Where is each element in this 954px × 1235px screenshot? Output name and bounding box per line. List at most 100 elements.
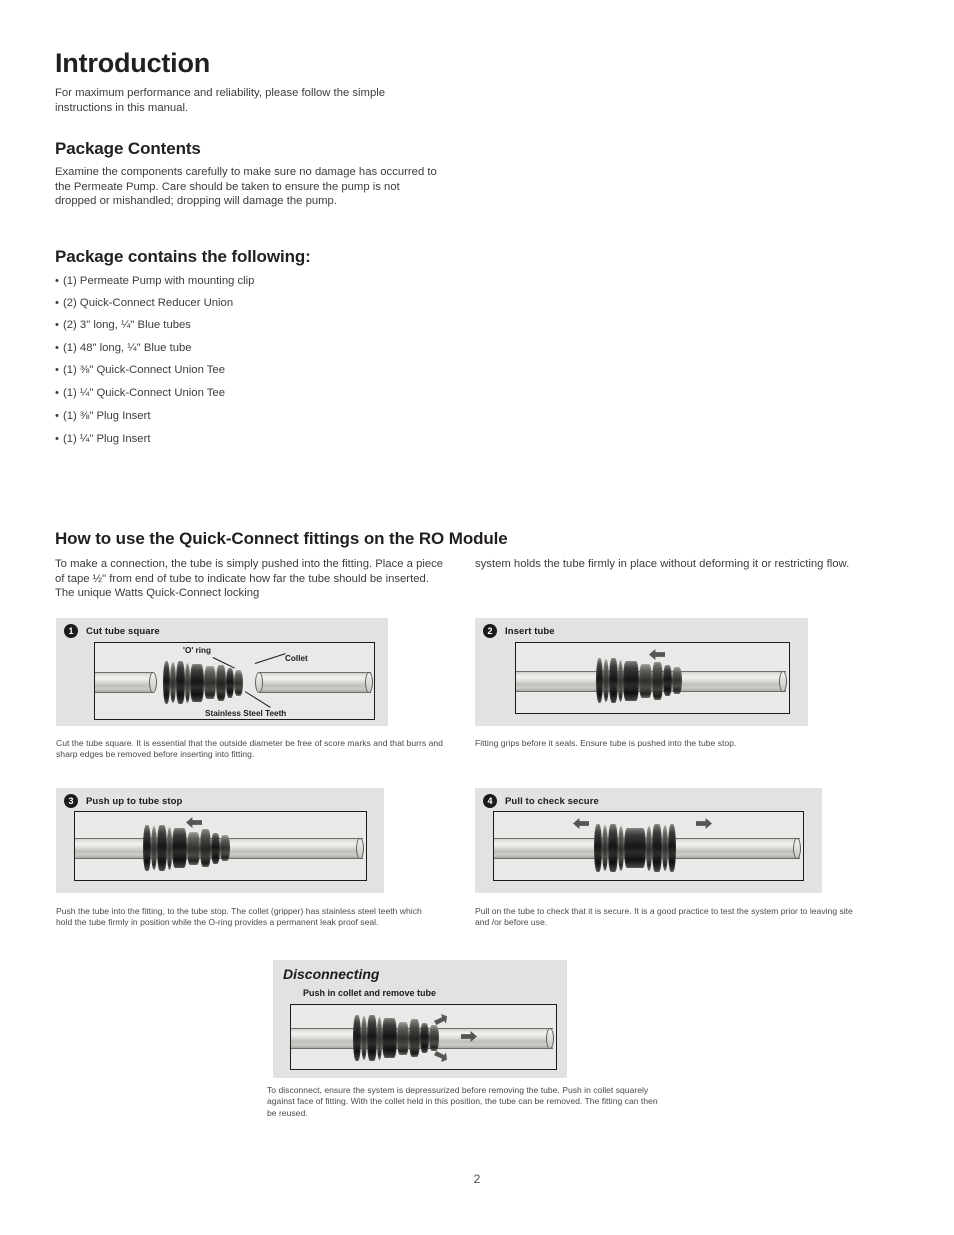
collet-ring xyxy=(652,661,663,700)
fitting-ring xyxy=(367,1015,377,1061)
callout-o-ring: 'O' ring xyxy=(183,646,212,655)
bullet-dot: • xyxy=(55,387,59,399)
list-item: • (1) ⅜" Plug Insert xyxy=(55,409,151,424)
package-list-heading: Package contains the following: xyxy=(55,247,311,266)
bullet-dot: • xyxy=(55,342,59,354)
figure-4-illustration xyxy=(493,811,804,881)
quick-connect-fitting xyxy=(596,658,682,703)
list-item: • (1) ⅜" Quick-Connect Union Tee xyxy=(55,363,225,378)
bullet-dot: • xyxy=(55,319,59,331)
figure-2-header: 2 Insert tube xyxy=(483,624,555,638)
quick-connect-paragraph-right: system holds the tube firmly in place wi… xyxy=(475,558,850,570)
figure-1-cut-tube-square: 1 Cut tube square 'O' ring Collet Stainl… xyxy=(56,618,388,726)
leader-line xyxy=(254,653,286,664)
fitting-ring xyxy=(594,824,602,872)
collet-teeth xyxy=(226,667,234,698)
list-item-label: (2) 3" long, ¼" Blue tubes xyxy=(62,319,191,331)
collet-nose xyxy=(672,667,682,694)
fitting-ring xyxy=(652,824,662,872)
figure-3-illustration xyxy=(74,811,367,881)
disconnecting-header: Disconnecting xyxy=(283,966,379,982)
list-item: • (1) Permeate Pump with mounting clip xyxy=(55,274,254,289)
union-fitting xyxy=(594,824,676,872)
disconnecting-illustration xyxy=(290,1004,557,1070)
quick-connect-fitting xyxy=(353,1015,439,1061)
fitting-body xyxy=(172,828,187,868)
list-item: • (1) ¼" Plug Insert xyxy=(55,432,151,447)
figure-title: Cut tube square xyxy=(86,625,160,637)
document-page: Introduction For maximum performance and… xyxy=(0,0,954,1235)
collet-ring xyxy=(216,664,226,701)
collet-nose xyxy=(429,1025,439,1051)
collet-teeth xyxy=(663,665,672,696)
bullet-dot: • xyxy=(55,275,59,287)
o-ring-seat xyxy=(187,831,200,865)
fitting-ring xyxy=(596,658,603,703)
collet-nose xyxy=(234,669,243,696)
figure-number-badge: 3 xyxy=(64,794,78,808)
figure-2-insert-tube: 2 Insert tube xyxy=(475,618,808,726)
callout-stainless-steel-teeth: Stainless Steel Teeth xyxy=(205,709,287,718)
list-item-label: (1) Permeate Pump with mounting clip xyxy=(62,275,255,287)
disconnecting-caption: To disconnect, ensure the system is depr… xyxy=(267,1085,658,1118)
bullet-dot: • xyxy=(55,297,59,309)
figure-4-header: 4 Pull to check secure xyxy=(483,794,599,808)
collet-nose xyxy=(220,835,230,861)
o-ring-seat xyxy=(204,666,216,699)
figure-3-header: 3 Push up to tube stop xyxy=(64,794,182,808)
page-title: Introduction xyxy=(55,48,211,78)
package-contents-heading: Package Contents xyxy=(55,139,201,158)
tube-end-right xyxy=(546,1028,554,1049)
tube-end-right-near xyxy=(255,672,263,693)
tube-end-right-far xyxy=(365,672,373,693)
package-contents-paragraph: Examine the components carefully to make… xyxy=(55,166,437,208)
list-item-label: (1) ¼" Quick-Connect Union Tee xyxy=(62,387,226,399)
arrow-right-icon xyxy=(696,818,712,829)
fitting-ring xyxy=(668,824,676,872)
figure-1-header: 1 Cut tube square xyxy=(64,624,160,638)
figure-2-caption: Fitting grips before it seals. Ensure tu… xyxy=(475,738,737,748)
list-item: • (1) 48" long, ¼" Blue tube xyxy=(55,341,192,356)
list-item: • (1) ¼" Quick-Connect Union Tee xyxy=(55,386,225,401)
intro-paragraph: For maximum performance and reliability,… xyxy=(55,87,386,114)
list-item-label: (1) 48" long, ¼" Blue tube xyxy=(62,342,192,354)
figure-3-caption: Push the tube into the fitting, to the t… xyxy=(56,906,422,928)
bullet-dot: • xyxy=(55,433,59,445)
bullet-dot: • xyxy=(55,410,59,422)
tube-right xyxy=(259,672,371,693)
o-ring-seat xyxy=(397,1021,409,1055)
tube-end-left xyxy=(149,672,157,693)
quick-connect-heading: How to use the Quick-Connect fittings on… xyxy=(55,529,508,548)
fitting-body xyxy=(624,828,646,868)
figure-1-caption: Cut the tube square. It is essential tha… xyxy=(56,738,443,760)
collet-teeth xyxy=(420,1023,429,1053)
list-item-label: (2) Quick-Connect Reducer Union xyxy=(62,297,234,309)
figure-2-illustration xyxy=(515,642,790,714)
quick-connect-fitting xyxy=(163,661,243,704)
collet-ring xyxy=(409,1019,420,1057)
arrow-left-icon xyxy=(573,818,589,829)
page-number: 2 xyxy=(473,1172,481,1186)
fitting-ring xyxy=(163,661,170,704)
figure-number-badge: 4 xyxy=(483,794,497,808)
figure-4-caption: Pull on the tube to check that it is sec… xyxy=(475,906,853,928)
figure-3-push-up-to-tube-stop: 3 Push up to tube stop xyxy=(56,788,384,893)
list-item-label: (1) ⅜" Quick-Connect Union Tee xyxy=(62,364,226,376)
figure-disconnecting: Disconnecting Push in collet and remove … xyxy=(273,960,567,1078)
figure-number-badge: 1 xyxy=(64,624,78,638)
list-item-label: (1) ⅜" Plug Insert xyxy=(62,410,151,422)
leader-line xyxy=(244,691,271,708)
fitting-body xyxy=(190,663,204,702)
figure-4-pull-to-check-secure: 4 Pull to check secure xyxy=(475,788,822,893)
figure-title: Insert tube xyxy=(505,625,555,637)
fitting-body xyxy=(382,1018,397,1058)
fitting-ring xyxy=(157,825,167,871)
o-ring-seat xyxy=(639,663,652,698)
fitting-ring xyxy=(609,658,618,703)
quick-connect-paragraph-left: To make a connection, the tube is simply… xyxy=(55,558,444,600)
bullet-dot: • xyxy=(55,364,59,376)
collet-teeth xyxy=(211,832,220,864)
list-item: • (2) Quick-Connect Reducer Union xyxy=(55,296,233,311)
figure-title: Pull to check secure xyxy=(505,795,599,807)
fitting-body xyxy=(623,660,639,701)
